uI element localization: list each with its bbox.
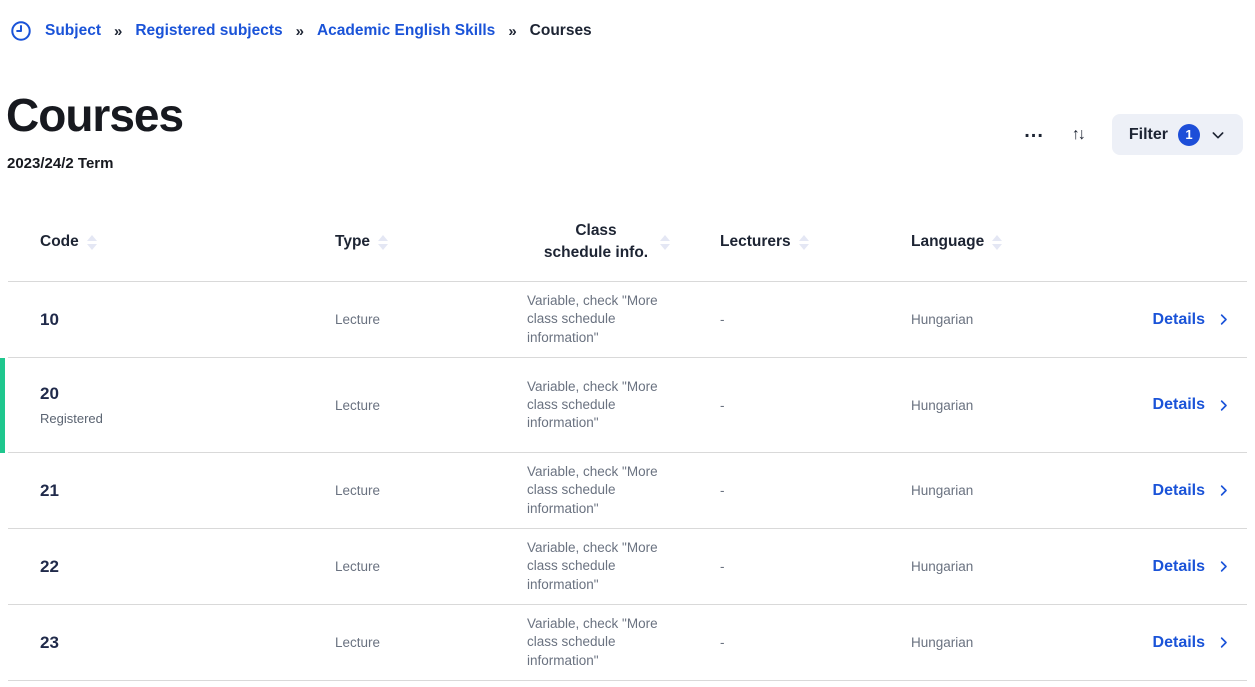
breadcrumb-link-registered-subjects[interactable]: Registered subjects: [135, 22, 282, 40]
registered-status-badge: Registered: [40, 411, 335, 426]
table-row: 21 Lecture Variable, check "More class s…: [8, 453, 1247, 529]
class-schedule-text: Variable, check "More class schedule inf…: [527, 615, 689, 670]
filter-label: Filter: [1129, 126, 1168, 144]
course-type: Lecture: [335, 635, 510, 650]
course-language: Hungarian: [911, 483, 1105, 498]
course-language: Hungarian: [911, 398, 1105, 413]
details-label: Details: [1153, 558, 1205, 576]
class-schedule-text: Variable, check "More class schedule inf…: [527, 539, 689, 594]
chevron-down-icon: [1210, 127, 1226, 143]
column-header-label: Type: [335, 233, 370, 251]
courses-table: Code Type Class schedule info. Lecturers…: [8, 203, 1247, 681]
column-header-type[interactable]: Type: [335, 233, 510, 251]
course-lecturers: -: [700, 635, 911, 650]
clock-icon: [10, 20, 32, 42]
class-schedule-text: Variable, check "More class schedule inf…: [527, 463, 689, 518]
column-header-language[interactable]: Language: [911, 233, 1105, 251]
sort-arrows-icon: [378, 235, 388, 250]
course-code: 23: [8, 633, 335, 653]
breadcrumb: Subject » Registered subjects » Academic…: [10, 20, 592, 42]
breadcrumb-current-courses: Courses: [530, 22, 592, 40]
column-header-label: Class schedule info.: [540, 220, 652, 263]
class-schedule-text: Variable, check "More class schedule inf…: [527, 378, 689, 433]
breadcrumb-separator: »: [114, 23, 122, 40]
course-code: 20 Registered: [8, 384, 335, 426]
column-header-label: Code: [40, 233, 79, 251]
course-code: 10: [8, 310, 335, 330]
class-schedule-info: Variable, check "More class schedule inf…: [510, 539, 700, 594]
chevron-right-icon: [1216, 483, 1231, 498]
breadcrumb-separator: »: [508, 23, 516, 40]
details-link[interactable]: Details: [1105, 482, 1247, 500]
chevron-right-icon: [1216, 312, 1231, 327]
sort-arrows-icon: [799, 235, 809, 250]
column-header-label: Language: [911, 233, 984, 251]
course-lecturers: -: [700, 312, 911, 327]
column-header-code[interactable]: Code: [8, 233, 335, 251]
class-schedule-info: Variable, check "More class schedule inf…: [510, 463, 700, 518]
course-lecturers: -: [700, 398, 911, 413]
class-schedule-info: Variable, check "More class schedule inf…: [510, 292, 700, 347]
page-header: Courses 2023/24/2 Term ... ↑↓ Filter 1: [0, 88, 1255, 172]
details-label: Details: [1153, 482, 1205, 500]
filter-button[interactable]: Filter 1: [1112, 114, 1243, 155]
filter-count-badge: 1: [1178, 124, 1200, 146]
details-label: Details: [1153, 396, 1205, 414]
details-link[interactable]: Details: [1105, 558, 1247, 576]
column-header-lecturers[interactable]: Lecturers: [700, 233, 911, 251]
header-actions: ... ↑↓ Filter 1: [1024, 114, 1243, 155]
course-type: Lecture: [335, 398, 510, 413]
breadcrumb-separator: »: [296, 23, 304, 40]
column-header-class-schedule-info[interactable]: Class schedule info.: [510, 220, 700, 263]
sort-arrows-icon: [87, 235, 97, 250]
chevron-right-icon: [1216, 398, 1231, 413]
chevron-right-icon: [1216, 559, 1231, 574]
chevron-right-icon: [1216, 635, 1231, 650]
course-code-value: 20: [40, 384, 335, 404]
course-language: Hungarian: [911, 312, 1105, 327]
table-row: 23 Lecture Variable, check "More class s…: [8, 605, 1247, 681]
course-language: Hungarian: [911, 635, 1105, 650]
course-type: Lecture: [335, 312, 510, 327]
course-code: 21: [8, 481, 335, 501]
table-row: 22 Lecture Variable, check "More class s…: [8, 529, 1247, 605]
course-code: 22: [8, 557, 335, 577]
sort-arrows-icon: [660, 235, 670, 250]
class-schedule-info: Variable, check "More class schedule inf…: [510, 615, 700, 670]
details-link[interactable]: Details: [1105, 396, 1247, 414]
sort-arrows-icon: [992, 235, 1002, 250]
details-label: Details: [1153, 634, 1205, 652]
details-label: Details: [1153, 311, 1205, 329]
term-label: 2023/24/2 Term: [7, 155, 1255, 172]
details-link[interactable]: Details: [1105, 634, 1247, 652]
column-header-label: Lecturers: [720, 233, 791, 251]
sort-order-button[interactable]: ↑↓: [1072, 126, 1084, 144]
details-link[interactable]: Details: [1105, 311, 1247, 329]
course-language: Hungarian: [911, 559, 1105, 574]
table-row-registered: 20 Registered Lecture Variable, check "M…: [8, 358, 1247, 453]
course-type: Lecture: [335, 483, 510, 498]
breadcrumb-link-academic-english-skills[interactable]: Academic English Skills: [317, 22, 495, 40]
table-header-row: Code Type Class schedule info. Lecturers…: [8, 203, 1247, 282]
course-type: Lecture: [335, 559, 510, 574]
class-schedule-text: Variable, check "More class schedule inf…: [527, 292, 689, 347]
course-lecturers: -: [700, 559, 911, 574]
breadcrumb-link-subject[interactable]: Subject: [45, 22, 101, 40]
table-row: 10 Lecture Variable, check "More class s…: [8, 282, 1247, 358]
class-schedule-info: Variable, check "More class schedule inf…: [510, 378, 700, 433]
course-lecturers: -: [700, 483, 911, 498]
more-options-button[interactable]: ...: [1024, 126, 1044, 144]
